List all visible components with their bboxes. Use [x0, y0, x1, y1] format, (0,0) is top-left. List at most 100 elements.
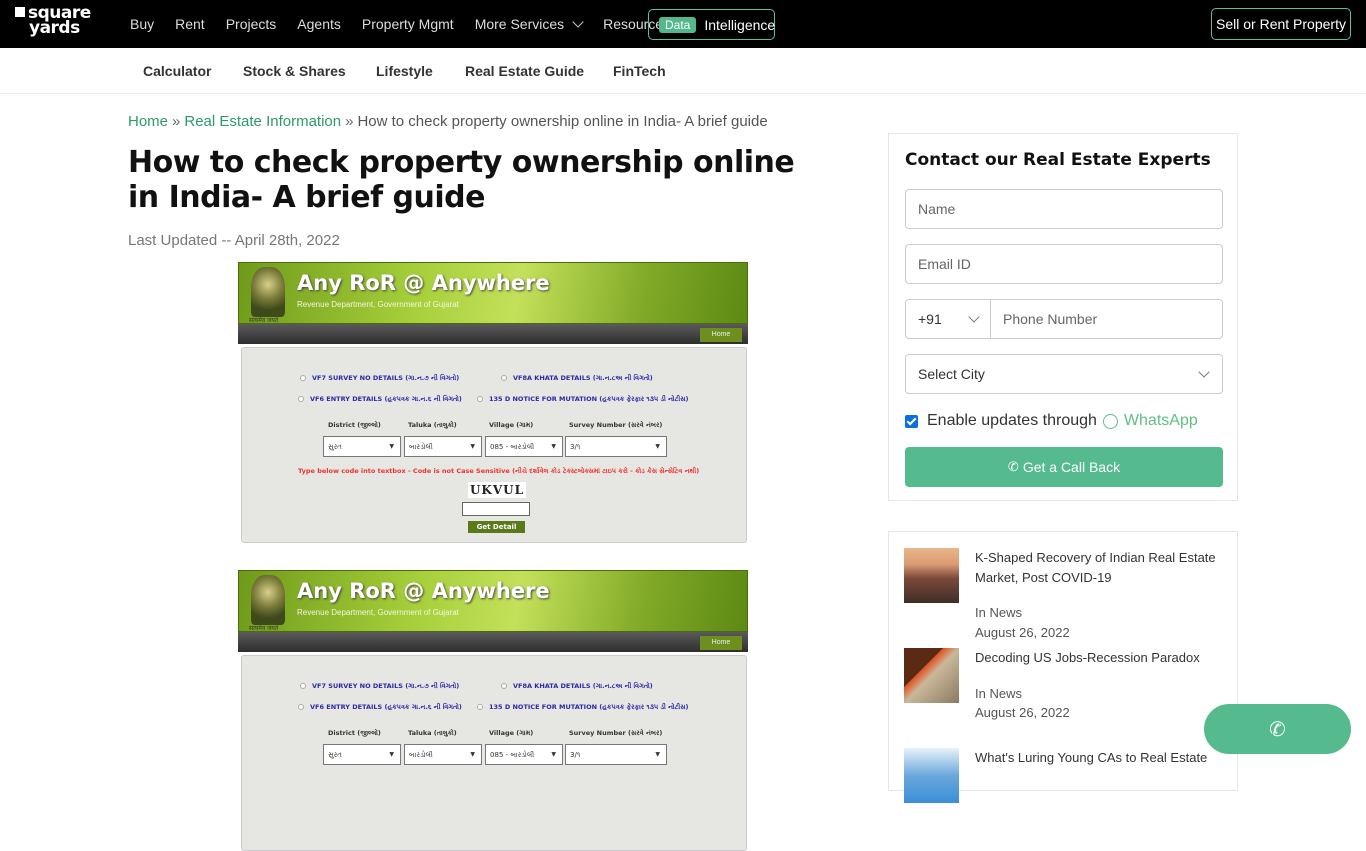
ror-label: Village (ગામ)	[489, 729, 534, 737]
dropdown-icon: ▼	[551, 443, 556, 450]
ror-option: 135 D NOTICE FOR MUTATION (હકપત્રક ફેરફા…	[477, 395, 689, 404]
get-call-back-button[interactable]: ✆ Get a Call Back	[905, 447, 1223, 487]
ror-select-value: બારડોલી	[409, 751, 433, 759]
ror-select: સુરત ▼	[323, 744, 401, 765]
article-category: In News	[975, 605, 1022, 620]
ror-option: VF7 SURVEY NO DETAILS (ગા.ન.૭ ની વિગતો)	[300, 374, 459, 383]
subnav-lifestyle[interactable]: Lifestyle	[376, 63, 433, 79]
country-code-select[interactable]: +91	[906, 300, 991, 338]
breadcrumb-separator: »	[345, 113, 354, 130]
whatsapp-checkbox[interactable]	[905, 414, 918, 428]
breadcrumb-section[interactable]: Real Estate Information	[184, 113, 341, 130]
dropdown-icon: ▼	[655, 443, 660, 450]
article-title[interactable]: K-Shaped Recovery of Indian Real Estate …	[975, 548, 1225, 588]
ror-navbar: Home	[238, 324, 748, 344]
ror-select: સુરત ▼	[323, 436, 401, 457]
ror-label: District (જીલ્લો)	[328, 421, 381, 429]
ror-label: Survey Number (સરવે નંબર)	[569, 421, 663, 429]
captcha-image: UKVUL	[468, 482, 526, 498]
dropdown-icon: ▼	[551, 751, 556, 758]
article-title[interactable]: Decoding US Jobs-Recession Paradox	[975, 648, 1225, 668]
article-date: August 26, 2022	[975, 625, 1070, 640]
page-title: How to check property ownership online i…	[128, 145, 795, 215]
dropdown-icon: ▼	[470, 443, 475, 450]
article-thumbnail	[904, 648, 959, 703]
ror-subtitle: Revenue Department, Government of Gujara…	[297, 300, 459, 309]
ror-home: Home	[700, 636, 742, 650]
ror-label: Taluka (તાલુકો)	[408, 421, 457, 429]
ror-select-value: 085 - બારડોલી	[490, 443, 535, 451]
ror-select: બારડોલી ▼	[404, 436, 482, 457]
breadcrumb: Home» Real Estate Information» How to chec…	[128, 113, 768, 130]
radio-icon	[501, 683, 507, 689]
subnav-stock-shares[interactable]: Stock & Shares	[243, 63, 346, 79]
phone-input[interactable]	[1003, 311, 1222, 327]
ror-option-label: VF8A KHATA DETAILS (ગા.ન.૮અ ની વિગતો)	[513, 682, 653, 690]
nav-agents[interactable]: Agents	[297, 16, 341, 32]
whatsapp-label: WhatsApp	[1123, 412, 1198, 429]
data-intelligence-button[interactable]: Data Intelligence	[648, 9, 775, 40]
nav-more-services[interactable]: More Services	[474, 15, 584, 32]
ror-header: सत्यमेव जयते Any RoR @ Anywhere Revenue …	[238, 570, 748, 632]
ror-option-label: 135 D NOTICE FOR MUTATION (હકપત્રક ફેરફા…	[489, 703, 689, 711]
email-input[interactable]	[918, 256, 1210, 272]
ror-header: सत्यमेव जयते Any RoR @ Anywhere Revenue …	[238, 262, 748, 324]
breadcrumb-current: How to check property ownership online i…	[357, 113, 768, 130]
nav-buy[interactable]: Buy	[130, 16, 154, 32]
floating-call-button[interactable]: ✆	[1204, 704, 1351, 754]
ror-option-label: VF6 ENTRY DETAILS (હકપત્રક ગા.ન.૬ ની વિગ…	[310, 703, 462, 711]
ror-select: 3/૧ ▼	[565, 436, 667, 457]
dropdown-icon: ▼	[470, 751, 475, 758]
captcha-input	[462, 502, 530, 516]
email-field[interactable]	[905, 244, 1223, 284]
radio-icon	[298, 704, 304, 710]
subnav-fintech[interactable]: FinTech	[613, 63, 666, 79]
ror-form: VF7 SURVEY NO DETAILS (ગા.ન.૭ ની વિગતો) …	[241, 655, 747, 851]
ror-select: 085 - બારડોલી ▼	[485, 436, 563, 457]
radio-icon	[501, 375, 507, 381]
ror-label: Survey Number (સરવે નંબર)	[569, 729, 663, 737]
logo[interactable]: square yards	[15, 5, 91, 37]
nav-more-services-label: More Services	[474, 16, 565, 32]
breadcrumb-home[interactable]: Home	[128, 113, 168, 130]
dropdown-icon: ▼	[389, 443, 394, 450]
ror-warning: Type below code into textbox - Code is n…	[298, 467, 700, 475]
secondary-nav: Calculator Stock & Shares Lifestyle Real…	[0, 48, 1366, 94]
main-nav: Buy Rent Projects Agents Property Mgmt M…	[130, 0, 709, 48]
ror-select-value: 3/૧	[570, 443, 581, 451]
dropdown-icon: ▼	[389, 751, 394, 758]
chevron-down-icon	[968, 311, 980, 323]
nav-rent[interactable]: Rent	[175, 16, 205, 32]
country-code-value: +91	[918, 311, 942, 327]
nav-property-mgmt[interactable]: Property Mgmt	[362, 16, 454, 32]
ror-option: VF7 SURVEY NO DETAILS (ગા.ન.૭ ની વિગતો)	[300, 682, 459, 691]
radio-icon	[300, 683, 306, 689]
city-select[interactable]: Select City	[905, 354, 1223, 394]
article-title[interactable]: What's Luring Young CAs to Real Estate	[975, 748, 1225, 768]
subnav-calculator[interactable]: Calculator	[143, 63, 211, 79]
nav-projects[interactable]: Projects	[226, 16, 277, 32]
ror-option: VF6 ENTRY DETAILS (હકપત્રક ગા.ન.૬ ની વિગ…	[298, 395, 462, 404]
name-input[interactable]	[918, 201, 1210, 217]
ror-option-label: 135 D NOTICE FOR MUTATION (હકપત્રક ફેરફા…	[489, 395, 689, 403]
city-select-value: Select City	[918, 366, 985, 382]
ror-form: VF7 SURVEY NO DETAILS (ગા.ન.૭ ની વિગતો) …	[241, 347, 747, 543]
logo-square-icon	[15, 7, 25, 17]
whatsapp-icon	[1102, 413, 1118, 429]
subnav-real-estate-guide[interactable]: Real Estate Guide	[465, 63, 584, 79]
name-field[interactable]	[905, 189, 1223, 229]
article-thumbnail	[904, 548, 959, 603]
ror-select: 085 - બારડોલી ▼	[485, 744, 563, 765]
contact-heading: Contact our Real Estate Experts	[905, 150, 1211, 170]
ror-option-label: VF7 SURVEY NO DETAILS (ગા.ન.૭ ની વિગતો)	[312, 374, 460, 382]
ror-home: Home	[700, 328, 742, 342]
dropdown-icon: ▼	[655, 751, 660, 758]
phone-icon: ✆	[1269, 718, 1286, 741]
sell-or-rent-button[interactable]: Sell or Rent Property	[1211, 8, 1351, 40]
data-intelligence-label: Intelligence	[704, 16, 776, 33]
ror-option-label: VF7 SURVEY NO DETAILS (ગા.ન.૭ ની વિગતો)	[312, 682, 460, 690]
ror-option-label: VF8A KHATA DETAILS (ગા.ન.૮અ ની વિગતો)	[513, 374, 653, 382]
contact-form: Contact our Real Estate Experts +91 Sele…	[888, 133, 1238, 501]
phone-icon: ✆	[1007, 459, 1019, 474]
ror-option: VF8A KHATA DETAILS (ગા.ન.૮અ ની વિગતો)	[501, 682, 653, 691]
